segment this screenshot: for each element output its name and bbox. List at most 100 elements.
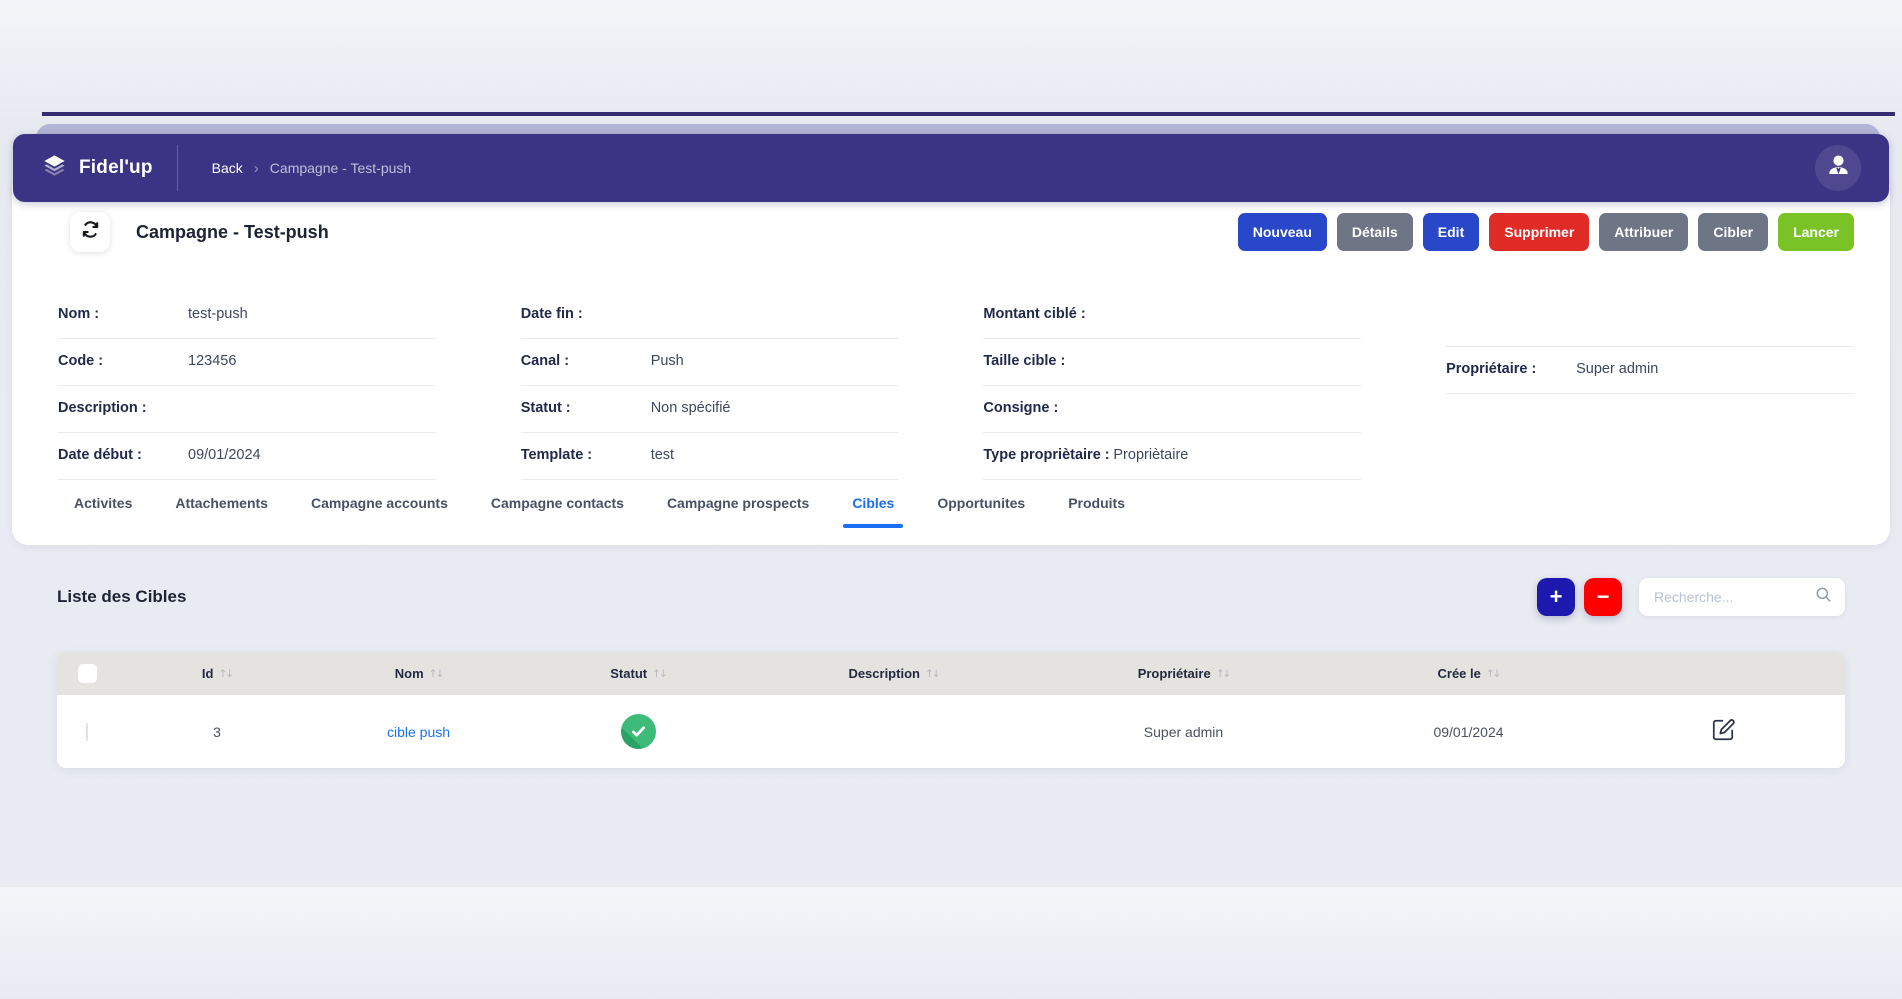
check-circle-green-icon (621, 714, 656, 749)
select-all-checkbox[interactable] (78, 664, 97, 683)
column-label: Statut (610, 666, 647, 681)
field-consigne: Consigne : (983, 386, 1361, 433)
field-montant-cible: Montant ciblé : (983, 292, 1361, 339)
table-row: 3 cible push Super admin 09/01/2024 (57, 695, 1845, 768)
top-edge-strip (42, 112, 1895, 116)
column-header-id[interactable]: Id ↑↓ (117, 666, 317, 681)
column-header-statut[interactable]: Statut ↑↓ (520, 666, 756, 681)
field-label: Description : (58, 400, 188, 416)
remove-cible-button[interactable]: − (1584, 578, 1622, 616)
column-label: Nom (395, 666, 424, 681)
edit-button[interactable]: Edit (1423, 213, 1479, 251)
tab-opportunites[interactable]: Opportunites (937, 480, 1025, 528)
add-cible-button[interactable]: + (1537, 578, 1575, 616)
field-proprietaire: Propriétaire : Super admin (1446, 347, 1854, 394)
nouveau-button[interactable]: Nouveau (1238, 213, 1327, 251)
column-header-proprietaire[interactable]: Propriétaire ↑↓ (1031, 666, 1336, 681)
field-type-proprietaire: Type propriètaire : Propriètaire (983, 433, 1361, 480)
fields-column-4: Propriétaire : Super admin (1446, 292, 1854, 480)
row-checkbox[interactable] (86, 723, 88, 741)
cell-nom: cible push (317, 724, 520, 740)
action-buttons: Nouveau Détails Edit Supprimer Attribuer… (1238, 213, 1854, 251)
supprimer-button[interactable]: Supprimer (1489, 213, 1589, 251)
lancer-button[interactable]: Lancer (1778, 213, 1854, 251)
field-template: Template : test (521, 433, 899, 480)
sort-icon[interactable]: ↑↓ (1486, 668, 1500, 680)
tab-cibles[interactable]: Cibles (852, 480, 894, 528)
cible-link[interactable]: cible push (387, 724, 450, 740)
user-avatar-icon (1825, 152, 1852, 184)
search-icon[interactable] (1814, 585, 1833, 609)
cell-actions (1601, 717, 1845, 746)
sort-icon[interactable]: ↑↓ (218, 668, 232, 680)
field-value: test-push (188, 306, 248, 322)
field-value: 123456 (188, 353, 236, 369)
breadcrumb: Back › Campagne - Test-push (212, 160, 412, 177)
tab-attachements[interactable]: Attachements (175, 480, 268, 528)
breadcrumb-back-link[interactable]: Back (212, 160, 243, 176)
field-date-fin: Date fin : (521, 292, 899, 339)
tab-activites[interactable]: Activites (74, 480, 132, 528)
field-taille-cible: Taille cible : (983, 339, 1361, 386)
field-value: Non spécifié (651, 400, 731, 416)
field-label: Nom : (58, 306, 188, 322)
minus-icon: − (1597, 586, 1610, 608)
field-label: Type propriètaire : (983, 447, 1113, 463)
plus-icon: + (1550, 586, 1563, 608)
tab-campagne-contacts[interactable]: Campagne contacts (491, 480, 624, 528)
sort-icon[interactable]: ↑↓ (1216, 668, 1230, 680)
campaign-fields: Nom : test-push Code : 123456 Descriptio… (58, 292, 1854, 480)
field-label: Propriétaire : (1446, 361, 1576, 377)
column-label: Propriétaire (1138, 666, 1211, 681)
brand[interactable]: Fidel'up (41, 152, 153, 184)
breadcrumb-current: Campagne - Test-push (270, 160, 411, 176)
chevron-right-icon: › (243, 160, 270, 177)
cell-statut (520, 714, 756, 749)
column-header-description[interactable]: Description ↑↓ (756, 666, 1031, 681)
field-label: Statut : (521, 400, 651, 416)
details-button[interactable]: Détails (1337, 213, 1413, 251)
refresh-button[interactable] (70, 212, 110, 252)
detail-tabs: Activites Attachements Campagne accounts… (58, 480, 1854, 528)
field-value: Super admin (1576, 361, 1658, 377)
fields-column-2: Date fin : Canal : Push Statut : Non spé… (521, 292, 899, 480)
column-header-cree-le[interactable]: Crée le ↑↓ (1336, 666, 1601, 681)
field-value: Propriètaire (1113, 447, 1188, 463)
field-label: Canal : (521, 353, 651, 369)
sort-icon[interactable]: ↑↓ (429, 668, 443, 680)
tab-campagne-accounts[interactable]: Campagne accounts (311, 480, 448, 528)
cibler-button[interactable]: Cibler (1698, 213, 1768, 251)
tab-campagne-prospects[interactable]: Campagne prospects (667, 480, 809, 528)
search-input[interactable] (1654, 589, 1814, 605)
attribuer-button[interactable]: Attribuer (1599, 213, 1688, 251)
table-header-row: Id ↑↓ Nom ↑↓ Statut ↑↓ Description ↑↓ Pr… (57, 652, 1845, 695)
field-canal: Canal : Push (521, 339, 899, 386)
field-label: Code : (58, 353, 188, 369)
edit-row-button[interactable] (1710, 717, 1736, 746)
field-label: Template : (521, 447, 651, 463)
tab-produits[interactable]: Produits (1068, 480, 1125, 528)
field-label: Consigne : (983, 400, 1113, 416)
topbar-divider (177, 145, 178, 191)
cibles-list-controls: + − (1537, 578, 1845, 616)
field-nom: Nom : test-push (58, 292, 436, 339)
user-avatar[interactable] (1815, 145, 1861, 191)
field-value: test (651, 447, 674, 463)
sort-icon[interactable]: ↑↓ (652, 668, 666, 680)
column-header-nom[interactable]: Nom ↑↓ (317, 666, 520, 681)
field-label: Date fin : (521, 306, 651, 322)
field-label: Montant ciblé : (983, 306, 1113, 322)
sort-icon[interactable]: ↑↓ (925, 668, 939, 680)
cibles-list-header: Liste des Cibles + − (57, 577, 1845, 617)
select-all-cell (57, 664, 117, 683)
field-code: Code : 123456 (58, 339, 436, 386)
field-empty (1446, 292, 1854, 347)
layers-icon (41, 152, 68, 184)
refresh-icon (80, 219, 101, 245)
campaign-header-row: Campagne - Test-push Nouveau Détails Edi… (58, 212, 1854, 252)
field-value: Push (651, 353, 684, 369)
topbar: Fidel'up Back › Campagne - Test-push (13, 134, 1889, 202)
fields-column-1: Nom : test-push Code : 123456 Descriptio… (58, 292, 436, 480)
field-label: Taille cible : (983, 353, 1113, 369)
edit-pencil-icon (1710, 731, 1736, 746)
